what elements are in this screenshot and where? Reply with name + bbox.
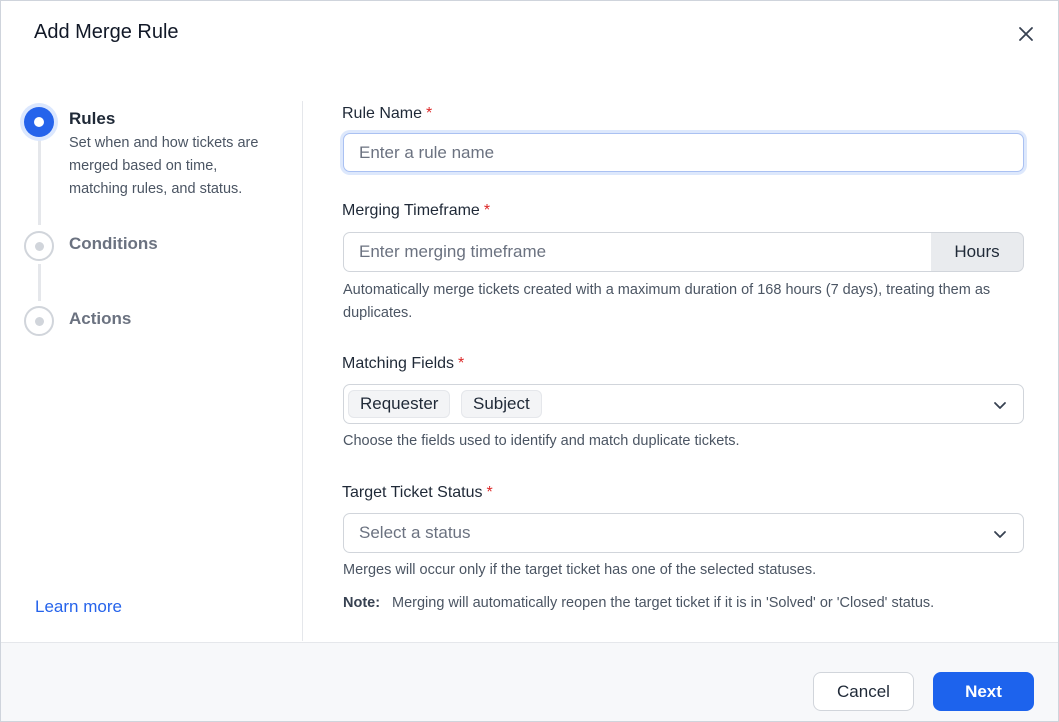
vertical-divider — [302, 101, 303, 641]
matching-fields-select[interactable]: Requester Subject — [343, 384, 1024, 424]
chevron-down-icon — [994, 402, 1006, 409]
step-indicator-rules — [24, 107, 54, 137]
target-ticket-status-select[interactable]: Select a status — [343, 513, 1024, 553]
stepper: Rules Set when and how tickets are merge… — [21, 101, 281, 341]
step-connector — [38, 137, 41, 225]
dialog-title: Add Merge Rule — [34, 21, 179, 43]
chip-requester[interactable]: Requester — [348, 390, 451, 418]
step-indicator-actions — [24, 306, 54, 336]
target-ticket-status-label: Target Ticket Status * — [342, 484, 493, 501]
cancel-button[interactable]: Cancel — [813, 672, 914, 711]
required-marker: * — [458, 355, 465, 372]
status-placeholder: Select a status — [359, 523, 471, 542]
required-marker: * — [483, 202, 491, 219]
required-marker: * — [426, 105, 433, 122]
add-merge-rule-dialog: Add Merge Rule Rules Set when and how ti… — [0, 0, 1059, 722]
step-title-actions[interactable]: Actions — [69, 309, 131, 329]
required-marker: * — [486, 484, 493, 501]
learn-more-link[interactable]: Learn more — [35, 597, 122, 617]
merging-timeframe-input[interactable] — [343, 232, 932, 272]
merging-timeframe-help: Automatically merge tickets created with… — [343, 282, 991, 321]
matching-fields-help: Choose the fields used to identify and m… — [343, 433, 740, 449]
matching-fields-label: Matching Fields * — [342, 355, 465, 372]
next-button[interactable]: Next — [933, 672, 1034, 711]
note-label: Note: — [343, 595, 381, 611]
chevron-down-icon — [994, 531, 1006, 538]
merging-timeframe-label: Merging Timeframe * — [342, 202, 491, 219]
chip-subject[interactable]: Subject — [461, 390, 542, 418]
rule-name-label: Rule Name * — [342, 105, 433, 122]
rule-name-input[interactable] — [343, 133, 1024, 172]
close-icon[interactable] — [1015, 23, 1037, 45]
note-text: Merging will automatically reopen the ta… — [392, 595, 935, 611]
target-ticket-status-help: Merges will occur only if the target tic… — [343, 562, 817, 578]
step-title-rules[interactable]: Rules — [69, 109, 115, 129]
step-connector — [38, 264, 41, 301]
step-indicator-conditions — [24, 231, 54, 261]
step-description-rules: Set when and how tickets are merged base… — [69, 135, 259, 197]
dialog-footer: Cancel Next — [1, 642, 1058, 721]
hours-unit-suffix: Hours — [931, 232, 1024, 272]
step-title-conditions[interactable]: Conditions — [69, 234, 158, 254]
